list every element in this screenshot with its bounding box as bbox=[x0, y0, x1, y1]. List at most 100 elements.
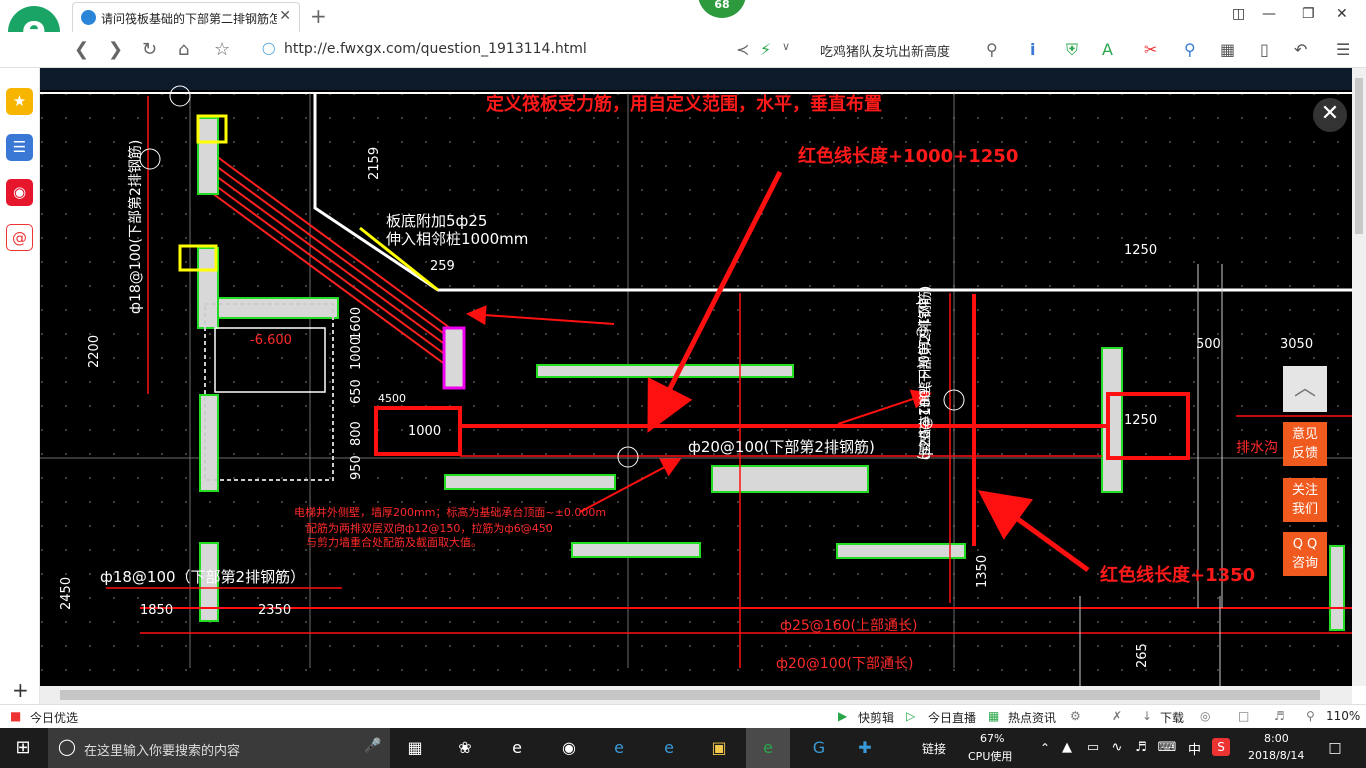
refresh-button[interactable]: ↻ bbox=[142, 39, 157, 60]
vertical-scroll-thumb[interactable] bbox=[1355, 78, 1363, 234]
volume-icon[interactable]: ♬ bbox=[1128, 736, 1154, 760]
page-favicon-icon bbox=[81, 10, 96, 25]
chevron-down-icon[interactable]: ∨ bbox=[782, 40, 790, 53]
red-note-1: 红色线长度+1000+1250 bbox=[798, 145, 1018, 167]
cleanup-icon[interactable]: ◎ bbox=[1200, 709, 1210, 723]
follow-us-button[interactable]: 关注 我们 bbox=[1283, 478, 1327, 522]
clock-date[interactable]: 2018/8/14 bbox=[1248, 749, 1304, 762]
search-icon[interactable]: ⚲ bbox=[986, 40, 998, 59]
live-icon: ▷ bbox=[906, 709, 916, 723]
home-button[interactable]: ⌂ bbox=[178, 39, 189, 60]
file-explorer-icon[interactable]: ▣ bbox=[706, 736, 732, 760]
shield-icon[interactable]: ⛨ bbox=[1066, 40, 1078, 60]
weibo-icon[interactable]: ◉ bbox=[6, 179, 33, 206]
news-link[interactable]: 热点资讯 bbox=[1008, 709, 1056, 726]
lightning-icon[interactable]: ⚡ bbox=[760, 40, 771, 59]
feedback-button[interactable]: 意见 反馈 bbox=[1283, 422, 1327, 466]
ime-indicator[interactable]: 中 bbox=[1188, 739, 1201, 758]
search-input[interactable]: 吃鸡猪队友坑出新高度 bbox=[820, 41, 950, 60]
tab-close-button[interactable]: ✕ bbox=[279, 8, 291, 24]
taskbar-link-label[interactable]: 链接 bbox=[922, 740, 946, 757]
dim-259: 259 bbox=[430, 259, 455, 274]
rebar-left-vert: ф18@100(下部第2排钢筋) bbox=[127, 140, 144, 314]
notification-bell-icon[interactable]: ▲ bbox=[1054, 736, 1080, 760]
apps-grid-icon[interactable]: ▦ bbox=[1220, 40, 1235, 59]
left-sidebar: ★ ☰ ◉ @ + bbox=[0, 68, 40, 704]
dim-2350: 2350 bbox=[258, 603, 291, 618]
close-overlay-button[interactable]: ✕ bbox=[1313, 98, 1347, 132]
menu-icon[interactable]: ☰ bbox=[1336, 40, 1350, 59]
sogou-ime-icon[interactable]: S bbox=[1212, 738, 1230, 756]
mobile-icon[interactable]: ▯ bbox=[1260, 40, 1269, 59]
skin-icon[interactable]: ◫ bbox=[1232, 6, 1245, 22]
dim-650: 650 bbox=[349, 379, 364, 404]
ie-app-icon[interactable]: e bbox=[656, 736, 682, 760]
dim-1350: 1350 bbox=[975, 555, 990, 588]
url-input[interactable]: http://e.fwxgx.com/question_1913114.html bbox=[284, 41, 587, 57]
taskbar-search-box[interactable]: ◯ 在这里输入你要搜索的内容 🎤 bbox=[48, 728, 390, 768]
horizontal-scroll-thumb[interactable] bbox=[60, 690, 1320, 700]
dim-950: 950 bbox=[349, 455, 364, 480]
cad-drawing: 定义筏板受力筋，用自定义范围，水平，垂直布置 红色线长度+1000+1250 红… bbox=[40, 68, 1352, 686]
close-window-button[interactable]: ✕ bbox=[1336, 6, 1348, 22]
red-note-2: 红色线长度+1350 bbox=[1100, 564, 1255, 586]
wifi-icon[interactable]: ∿ bbox=[1104, 736, 1130, 760]
tab-title: 请问筏板基础的下部第二排钢筋怎 bbox=[101, 12, 277, 26]
settings-icon[interactable]: ⚙ bbox=[1070, 709, 1081, 723]
bookmark-star-icon[interactable]: ☆ bbox=[214, 39, 230, 60]
small-note-3: 与剪力墙重合处配筋及截面取大值。 bbox=[306, 535, 482, 549]
restore-button[interactable]: ❐ bbox=[1302, 6, 1315, 22]
undo-icon[interactable]: ↶ bbox=[1294, 40, 1307, 59]
chat-app-icon[interactable]: ◉ bbox=[556, 736, 582, 760]
qq-consult-button[interactable]: Q Q 咨询 bbox=[1283, 532, 1327, 576]
translate-icon[interactable]: A bbox=[1102, 40, 1113, 59]
dim-3050: 3050 bbox=[1280, 337, 1313, 352]
taskbar-search-placeholder: 在这里输入你要搜索的内容 bbox=[84, 744, 241, 759]
new-tab-button[interactable]: + bbox=[310, 4, 327, 28]
action-center-icon[interactable]: □ bbox=[1322, 736, 1348, 760]
ie-edge-app-icon[interactable]: e bbox=[504, 736, 530, 760]
reader-list-icon[interactable]: ☰ bbox=[6, 134, 33, 161]
tab-current[interactable]: 请问筏板基础的下部第二排钢筋怎 ✕ bbox=[72, 2, 300, 32]
vertical-scrollbar[interactable] bbox=[1352, 68, 1366, 686]
favorites-star-icon[interactable]: ★ bbox=[6, 88, 33, 115]
small-note-2: 配筋为两排双层双向ф12@150，拉筋为ф6@450 bbox=[306, 521, 553, 535]
today-picks-link[interactable]: 今日优选 bbox=[30, 709, 78, 726]
clock-time[interactable]: 8:00 bbox=[1264, 732, 1289, 745]
live-link[interactable]: 今日直播 bbox=[928, 709, 976, 726]
dim-1250-top: 1250 bbox=[1124, 243, 1157, 258]
forward-button[interactable]: ❯ bbox=[108, 39, 123, 60]
back-to-top-button[interactable]: ︿ bbox=[1283, 366, 1327, 412]
download-arrow-icon: ↓ bbox=[1142, 709, 1153, 723]
quick-clip-link[interactable]: 快剪辑 bbox=[858, 709, 894, 726]
extension-icon[interactable]: i bbox=[1030, 40, 1035, 59]
minimize-button[interactable]: — bbox=[1262, 6, 1276, 22]
quick-clip-icon: ▶ bbox=[838, 709, 848, 723]
pinwheel-app-icon[interactable]: ❀ bbox=[452, 736, 478, 760]
horizontal-scrollbar[interactable] bbox=[40, 686, 1352, 704]
windows-start-icon[interactable]: ⊞ bbox=[10, 736, 36, 760]
taskbar-active-browser[interactable]: e bbox=[746, 728, 790, 768]
keyboard-icon[interactable]: ⌨ bbox=[1154, 736, 1180, 760]
task-view-icon[interactable]: ▦ bbox=[402, 736, 428, 760]
zoom-level[interactable]: 110% bbox=[1326, 709, 1360, 723]
share-icon[interactable]: ≺ bbox=[736, 40, 749, 59]
score-badge[interactable]: 68 bbox=[698, 0, 746, 18]
edge-app-icon[interactable]: e bbox=[606, 736, 632, 760]
audio-icon[interactable]: ♬ bbox=[1274, 709, 1285, 723]
download-link[interactable]: 下载 bbox=[1160, 709, 1184, 726]
cad-drawing-viewer[interactable]: 定义筏板受力筋，用自定义范围，水平，垂直布置 红色线长度+1000+1250 红… bbox=[40, 68, 1352, 686]
back-button[interactable]: ❮ bbox=[74, 39, 89, 60]
dim-500: 500 bbox=[1196, 337, 1221, 352]
microphone-icon[interactable]: 🎤 bbox=[364, 738, 381, 754]
stop-icon[interactable]: ✗ bbox=[1112, 709, 1122, 723]
mail-at-icon[interactable]: @ bbox=[6, 224, 33, 251]
window-icon[interactable]: □ bbox=[1238, 709, 1249, 723]
scissors-icon[interactable]: ✂ bbox=[1144, 40, 1157, 59]
magnifier-icon[interactable]: ⚲ bbox=[1184, 40, 1196, 59]
battery-icon[interactable]: ▭ bbox=[1080, 736, 1106, 760]
dim-800: 800 bbox=[349, 421, 364, 446]
remote-app-icon[interactable]: ✚ bbox=[852, 736, 878, 760]
sidebar-add-button[interactable]: + bbox=[12, 678, 29, 702]
g-app-icon[interactable]: G bbox=[806, 736, 832, 760]
